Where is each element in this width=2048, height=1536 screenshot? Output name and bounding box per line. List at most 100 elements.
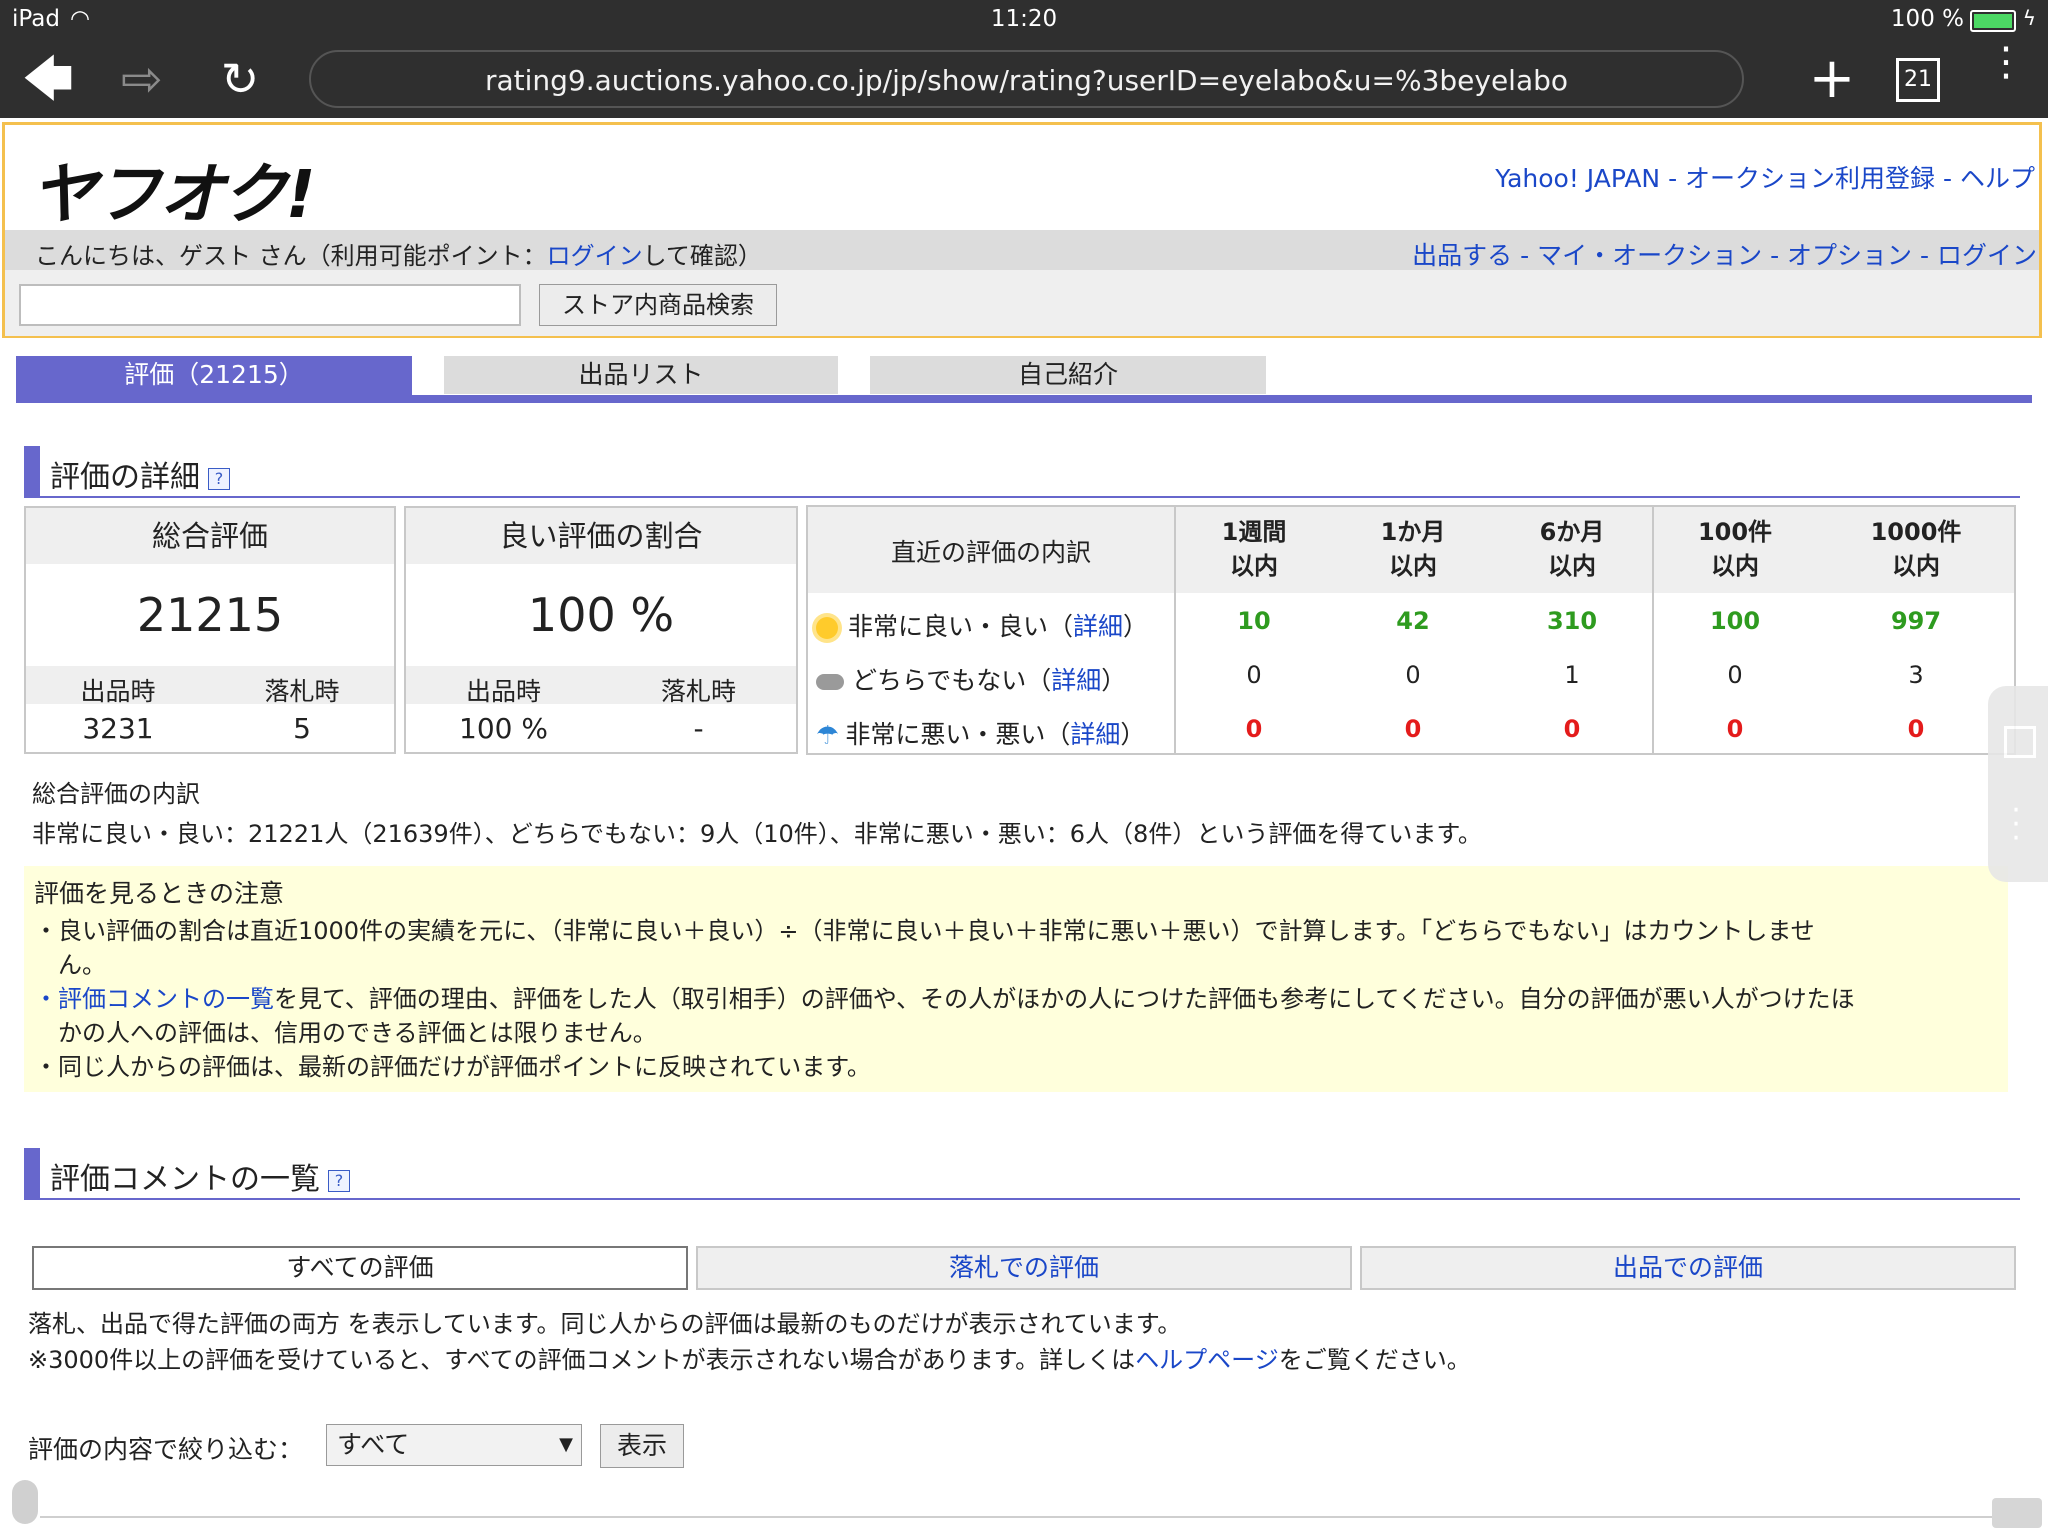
total-rating-value: 21215 [136, 588, 284, 642]
note-line-2: ・評価コメントの一覧を見て、評価の理由、評価をした人（取引相手）の評価や、その人… [34, 985, 1855, 1013]
store-search-button[interactable]: ストア内商品検索 [539, 284, 777, 326]
bad-detail-link[interactable]: 詳細 [1070, 720, 1120, 749]
tab-profile[interactable]: 自己紹介 [870, 356, 1266, 394]
good-100: 100 [1709, 607, 1761, 635]
col-1week: 1週間 以内 [1221, 518, 1287, 580]
forward-icon[interactable]: ⇨ [110, 50, 174, 108]
auction-register-link[interactable]: オークション利用登録 [1685, 164, 1935, 193]
store-search-input[interactable] [19, 284, 521, 326]
note-line-1b: ん。 [58, 951, 106, 979]
good-ratio-box: 良い評価の割合 100 % 出品時 落札時 100 % - [404, 506, 798, 754]
tab-rating[interactable]: 評価（21215） [16, 356, 412, 396]
help-question-icon[interactable]: ? [208, 467, 230, 490]
filter-tab-all[interactable]: すべての評価 [32, 1246, 688, 1290]
window-icon[interactable] [2004, 726, 2036, 758]
help-page-link[interactable]: ヘルプページ [1135, 1346, 1279, 1374]
buyer-ratio-value: - [693, 712, 704, 745]
row-neutral-label: どちらでもない（詳細） [816, 661, 1126, 697]
keyboard-icon[interactable] [1992, 1498, 2042, 1528]
tab-underline [16, 395, 2032, 403]
menu-icon[interactable]: ⋮ [1986, 42, 2026, 82]
rating-detail-heading: 評価の詳細? [24, 446, 2020, 498]
notes-heading: 評価を見るときの注意 [34, 879, 285, 908]
filter-tab-buyer[interactable]: 落札での評価 [696, 1246, 1352, 1290]
total-rating-box: 総合評価 21215 出品時 落札時 3231 5 [24, 506, 396, 754]
comment-list-heading: 評価コメントの一覧? [24, 1148, 2020, 1200]
neutral-1000: 3 [1908, 661, 1924, 689]
good-ratio-value: 100 % [527, 588, 675, 642]
greeting-row: こんにちは、ゲスト さん（利用可能ポイント：ログインして確認） 出品する - マ… [5, 230, 2039, 270]
sun-icon [816, 617, 838, 639]
bad-1000: 0 [1907, 715, 1925, 743]
good-1month: 42 [1396, 607, 1430, 635]
tabs-count-button[interactable]: 21 [1896, 58, 1940, 102]
greeting-text: こんにちは、ゲスト さん（利用可能ポイント：ログインして確認） [35, 242, 762, 270]
login-link[interactable]: ログイン [1937, 241, 2037, 270]
comment-list-link[interactable]: 評価コメントの一覧 [58, 985, 274, 1013]
note-line-2b: かの人への評価は、信用のできる評価とは限りません。 [58, 1019, 657, 1047]
sell-link[interactable]: 出品する [1412, 241, 1512, 270]
reload-icon[interactable]: ↻ [208, 50, 272, 108]
info-line-1: 落札、出品で得た評価の両方 を表示しています。同じ人からの評価は最新のものだけが… [28, 1310, 1182, 1338]
floating-side-panel[interactable]: · · · [1988, 686, 2048, 882]
breakdown-text: 非常に良い・良い：21221人（21639件）、どちらでもない：9人（10件）、… [32, 820, 1482, 848]
battery-percent: 100 % [1890, 6, 1964, 32]
good-detail-link[interactable]: 詳細 [1073, 612, 1123, 641]
neutral-100: 0 [1727, 661, 1743, 689]
neutral-1month: 0 [1405, 661, 1421, 689]
charging-icon: ϟ [2022, 6, 2036, 30]
good-1week: 10 [1237, 607, 1271, 635]
neutral-1week: 0 [1246, 661, 1262, 689]
neutral-6month: 1 [1564, 661, 1580, 689]
bad-1week: 0 [1245, 715, 1263, 743]
url-bar[interactable]: rating9.auctions.yahoo.co.jp/jp/show/rat… [309, 50, 1744, 108]
top-links: Yahoo! JAPAN - オークション利用登録 - ヘルプ [1495, 164, 2035, 193]
good-ratio-title: 良い評価の割合 [406, 508, 796, 564]
row-good-label: 非常に良い・良い（詳細） [816, 607, 1148, 643]
site-header: ヤフオク! Yahoo! JAPAN - オークション利用登録 - ヘルプ こん… [2, 122, 2042, 338]
col-1000: 1000件 以内 [1870, 518, 1962, 580]
seller-rating-value: 3231 [82, 712, 154, 745]
help-link[interactable]: ヘルプ [1960, 164, 2035, 193]
new-tab-icon[interactable]: + [1800, 50, 1864, 108]
buyer-rating-value: 5 [293, 712, 311, 745]
more-icon[interactable]: · · · [2010, 796, 2022, 854]
good-6month: 310 [1546, 607, 1598, 635]
status-bar: iPad ◠ 11:20 100 % ϟ [0, 0, 2048, 40]
note-line-1: ・良い評価の割合は直近1000件の実績を元に、（非常に良い＋良い）÷（非常に良い… [34, 917, 1815, 945]
my-auction-link[interactable]: マイ・オークション [1537, 241, 1762, 270]
dropdown-arrow-icon: ▼ [559, 1434, 573, 1455]
good-1000: 997 [1890, 607, 1942, 635]
yahuoku-logo[interactable]: ヤフオク! [31, 141, 316, 237]
yahoo-japan-link[interactable]: Yahoo! JAPAN [1495, 164, 1660, 193]
note-line-3: ・同じ人からの評価は、最新の評価だけが評価ポイントに反映されています。 [34, 1053, 871, 1081]
umbrella-icon: ☂ [816, 721, 840, 751]
row-bad-label: ☂ 非常に悪い・悪い（詳細） [816, 720, 1146, 751]
user-links: 出品する - マイ・オークション - オプション - ログイン [1412, 241, 2037, 270]
col-1month: 1か月 以内 [1380, 518, 1446, 580]
greeting-login-link[interactable]: ログイン [547, 242, 643, 270]
seller-ratio-value: 100 % [459, 712, 548, 745]
divider [40, 1516, 2000, 1518]
battery-icon [1970, 10, 2016, 32]
back-icon[interactable]: 🡄 [16, 50, 80, 108]
status-time: 11:20 [990, 6, 1058, 32]
filter-label: 評価の内容で絞り込む： [28, 1435, 304, 1464]
show-button[interactable]: 表示 [600, 1424, 684, 1468]
bad-100: 0 [1726, 715, 1744, 743]
tab-listing[interactable]: 出品リスト [444, 356, 838, 394]
filter-tab-seller[interactable]: 出品での評価 [1360, 1246, 2016, 1290]
neutral-detail-link[interactable]: 詳細 [1051, 666, 1101, 695]
notes-box: 評価を見るときの注意 ・良い評価の割合は直近1000件の実績を元に、（非常に良い… [24, 866, 2008, 1092]
options-link[interactable]: オプション [1787, 241, 1912, 270]
info-line-2: ※3000件以上の評価を受けていると、すべての評価コメントが表示されない場合があ… [28, 1346, 1471, 1374]
cloud-icon [816, 674, 844, 690]
help-question-icon[interactable]: ? [328, 1169, 350, 1192]
browser-chrome: iPad ◠ 11:20 100 % ϟ 🡄 ⇨ ↻ rating9.aucti… [0, 0, 2048, 118]
bad-1month: 0 [1404, 715, 1422, 743]
bad-6month: 0 [1563, 715, 1581, 743]
filter-select[interactable]: すべて ▼ [326, 1424, 582, 1466]
recent-rating-table: 直近の評価の内訳 1週間 以内 1か月 以内 6か月 以内 100件 以内 1000件以… [806, 505, 2016, 755]
recent-header-label: 直近の評価の内訳 [890, 538, 1091, 567]
mouse-icon[interactable] [12, 1480, 38, 1524]
